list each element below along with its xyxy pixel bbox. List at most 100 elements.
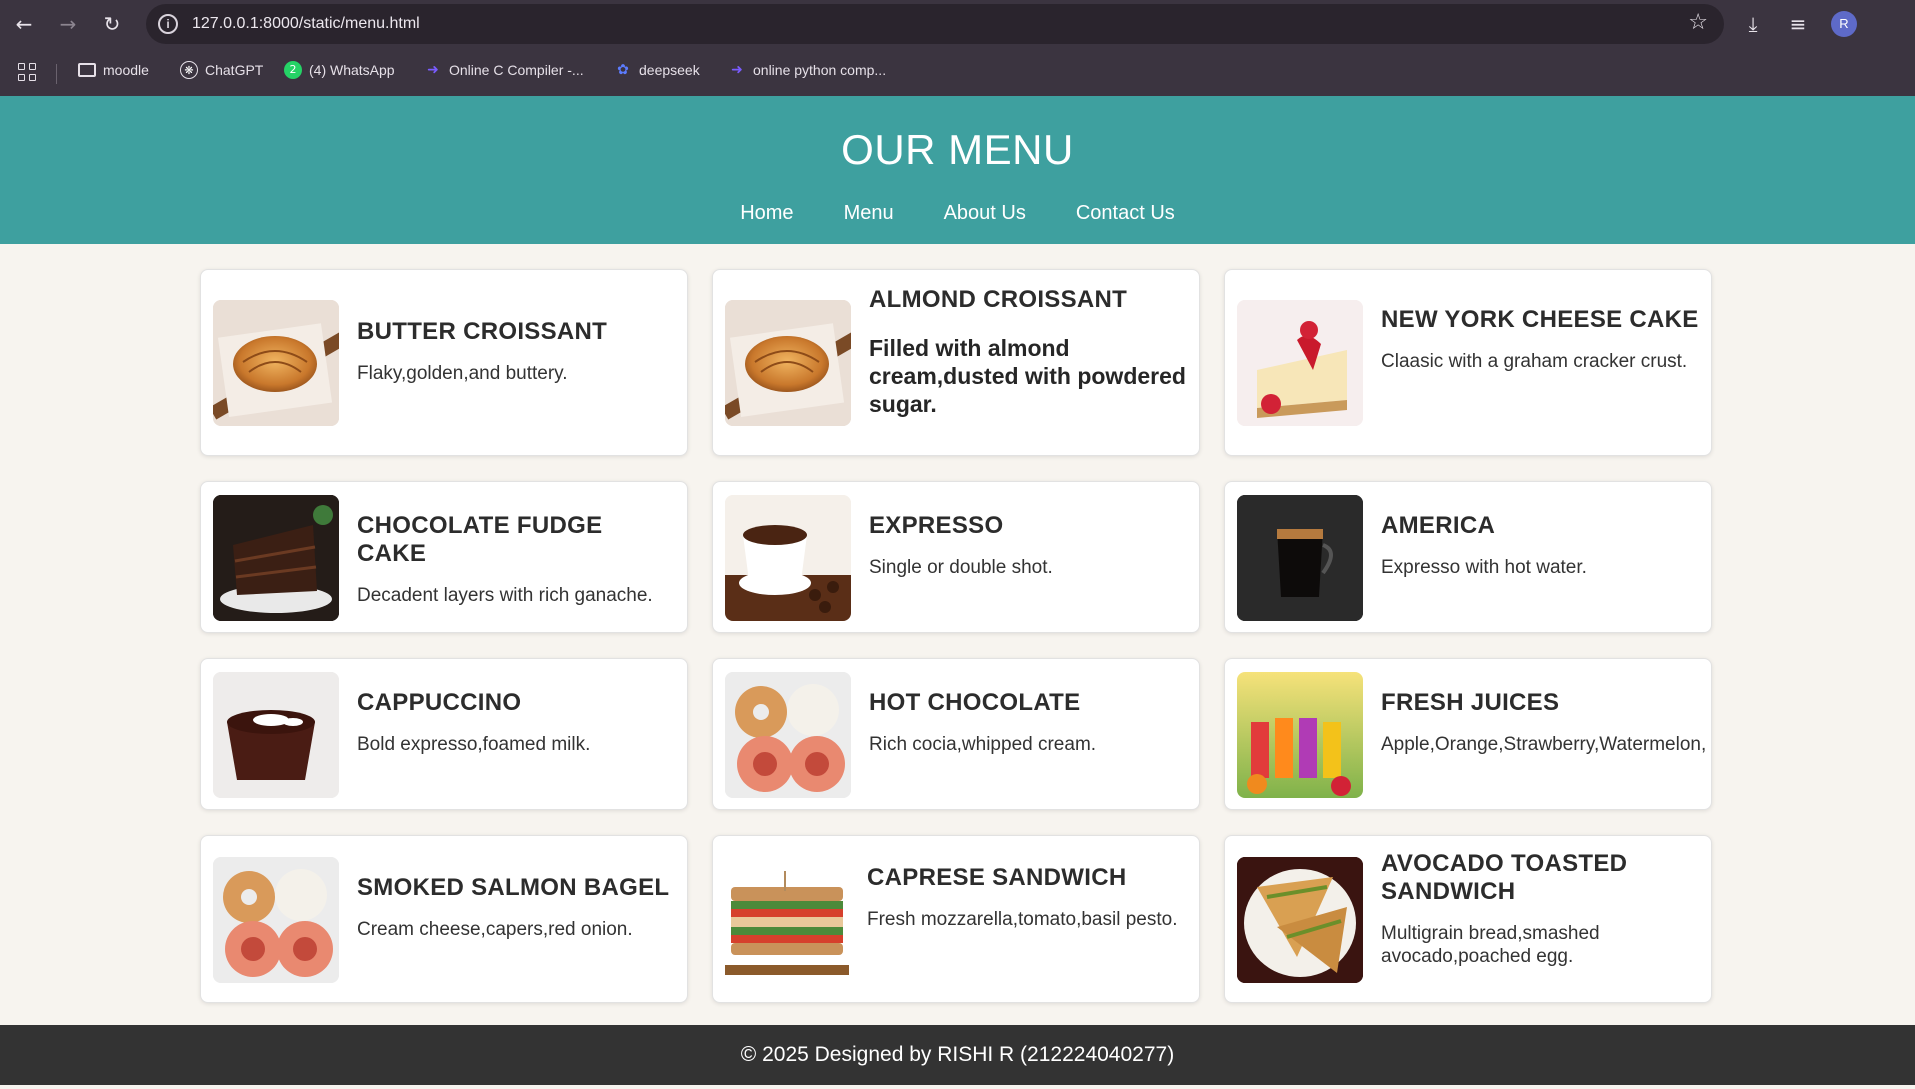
item-name: NEW YORK CHEESE CAKE bbox=[1381, 306, 1699, 333]
item-description: Decadent layers with rich ganache. bbox=[357, 585, 653, 606]
item-name: ALMOND CROISSANT bbox=[869, 286, 1128, 313]
menu-card-fresh-juices: FRESH JUICES Apple,Orange,Strawberry,Wat… bbox=[1224, 658, 1712, 810]
browser-toolbar: ← → ↻ i 127.0.0.1:8000/static/menu.html … bbox=[0, 0, 1915, 48]
item-description: Cream cheese,capers,red onion. bbox=[357, 919, 633, 940]
bookmark-deepseek[interactable]: ✿ deepseek bbox=[614, 58, 700, 82]
card-text: HOT CHOCOLATE Rich cocia,whipped cream. bbox=[869, 689, 1189, 756]
compiler-icon: ➜ bbox=[731, 62, 743, 78]
deepseek-icon: ✿ bbox=[617, 62, 629, 78]
bookmark-label: online python comp... bbox=[753, 62, 887, 78]
menu-card-avocado-toasted-sandwich: AVOCADO TOASTED SANDWICH Multigrain brea… bbox=[1224, 835, 1712, 1003]
bagel-image bbox=[213, 857, 339, 983]
bookmark-online-python-compiler[interactable]: ➜ online python comp... bbox=[728, 58, 886, 82]
address-bar[interactable]: i 127.0.0.1:8000/static/menu.html ☆ bbox=[146, 4, 1724, 44]
site-header: OUR MENU Home Menu About Us Contact Us bbox=[0, 96, 1915, 244]
bookmark-moodle[interactable]: moodle bbox=[78, 58, 149, 82]
juices-image bbox=[1237, 672, 1363, 798]
forward-icon[interactable]: → bbox=[54, 10, 82, 38]
caprese-sandwich-image bbox=[725, 857, 849, 983]
item-description: Claasic with a graham cracker crust. bbox=[1381, 351, 1688, 372]
item-name: EXPRESSO bbox=[869, 512, 1004, 539]
menu-card-cappuccino: CAPPUCCINO Bold expresso,foamed milk. bbox=[200, 658, 688, 810]
toasted-sandwich-image bbox=[1237, 857, 1363, 983]
nav-menu-link[interactable]: Menu bbox=[844, 202, 894, 225]
chocolate-cake-image bbox=[213, 495, 339, 621]
bookmark-chatgpt[interactable]: ❋ ChatGPT bbox=[180, 58, 263, 82]
item-name: BUTTER CROISSANT bbox=[357, 318, 608, 345]
card-text: CHOCOLATE FUDGE CAKE Decadent layers wit… bbox=[357, 512, 677, 607]
card-text: BUTTER CROISSANT Flaky,golden,and butter… bbox=[357, 318, 677, 385]
card-text: CAPPUCCINO Bold expresso,foamed milk. bbox=[357, 689, 677, 756]
site-info-icon[interactable]: i bbox=[158, 14, 178, 34]
item-name: AVOCADO TOASTED SANDWICH bbox=[1381, 850, 1628, 905]
bookmark-star-icon[interactable]: ☆ bbox=[1688, 10, 1708, 35]
item-description: Rich cocia,whipped cream. bbox=[869, 734, 1097, 755]
folder-icon bbox=[78, 63, 96, 77]
bookmarks-bar: moodle ❋ ChatGPT 2 (4) WhatsApp ➜ Online… bbox=[0, 52, 1915, 88]
reading-list-icon[interactable]: ≡ bbox=[1784, 10, 1812, 38]
bookmark-label: ChatGPT bbox=[205, 62, 264, 78]
whatsapp-icon: 2 bbox=[284, 61, 302, 79]
bookmark-online-c-compiler[interactable]: ➜ Online C Compiler -... bbox=[424, 58, 584, 82]
item-name: HOT CHOCOLATE bbox=[869, 689, 1081, 716]
item-name: SMOKED SALMON BAGEL bbox=[357, 874, 670, 901]
back-icon[interactable]: ← bbox=[10, 10, 38, 38]
menu-card-america: AMERICA Expresso with hot water. bbox=[1224, 481, 1712, 633]
url-text[interactable]: 127.0.0.1:8000/static/menu.html bbox=[192, 15, 420, 33]
nav-about-link[interactable]: About Us bbox=[944, 202, 1026, 225]
compiler-icon: ➜ bbox=[427, 62, 439, 78]
bagel-image bbox=[725, 672, 851, 798]
menu-card-caprese-sandwich: CAPRESE SANDWICH Fresh mozzarella,tomato… bbox=[712, 835, 1200, 1003]
card-text: AMERICA Expresso with hot water. bbox=[1381, 512, 1701, 579]
item-name: FRESH JUICES bbox=[1381, 689, 1560, 716]
nav-home-link[interactable]: Home bbox=[740, 202, 793, 225]
item-description: Flaky,golden,and buttery. bbox=[357, 363, 568, 384]
menu-card-hot-chocolate: HOT CHOCOLATE Rich cocia,whipped cream. bbox=[712, 658, 1200, 810]
card-text: NEW YORK CHEESE CAKE Claasic with a grah… bbox=[1381, 306, 1701, 373]
item-name: CAPPUCCINO bbox=[357, 689, 522, 716]
item-name: CHOCOLATE FUDGE CAKE bbox=[357, 512, 603, 567]
cheesecake-image bbox=[1237, 300, 1363, 426]
nav-contact-link[interactable]: Contact Us bbox=[1076, 202, 1175, 225]
hot-chocolate-image bbox=[213, 672, 339, 798]
card-text: EXPRESSO Single or double shot. bbox=[869, 512, 1189, 579]
menu-card-expresso: EXPRESSO Single or double shot. bbox=[712, 481, 1200, 633]
menu-card-butter-croissant: BUTTER CROISSANT Flaky,golden,and butter… bbox=[200, 269, 688, 456]
card-text: CAPRESE SANDWICH Fresh mozzarella,tomato… bbox=[867, 864, 1189, 931]
espresso-image bbox=[725, 495, 851, 621]
item-name: CAPRESE SANDWICH bbox=[867, 864, 1127, 891]
chatgpt-icon: ❋ bbox=[180, 61, 198, 79]
copyright-text: © 2025 Designed by RISHI R (212224040277… bbox=[740, 1043, 1175, 1066]
croissant-image bbox=[213, 300, 339, 426]
americano-image bbox=[1237, 495, 1363, 621]
apps-grid-icon[interactable] bbox=[18, 63, 36, 81]
menu-card-smoked-salmon-bagel: SMOKED SALMON BAGEL Cream cheese,capers,… bbox=[200, 835, 688, 1003]
card-text: AVOCADO TOASTED SANDWICH Multigrain brea… bbox=[1381, 850, 1701, 968]
download-icon[interactable]: ⤓ bbox=[1739, 10, 1767, 38]
bookmarks-divider bbox=[56, 64, 57, 84]
item-description: Bold expresso,foamed milk. bbox=[357, 734, 591, 755]
profile-avatar[interactable]: R bbox=[1831, 11, 1857, 37]
bookmark-whatsapp[interactable]: 2 (4) WhatsApp bbox=[284, 58, 395, 82]
croissant-image bbox=[725, 300, 851, 426]
menu-card-new-york-cheese-cake: NEW YORK CHEESE CAKE Claasic with a grah… bbox=[1224, 269, 1712, 456]
menu-card-almond-croissant: ALMOND CROISSANT Filled with almond crea… bbox=[712, 269, 1200, 456]
main-nav: Home Menu About Us Contact Us bbox=[0, 202, 1915, 225]
browser-chrome: ← → ↻ i 127.0.0.1:8000/static/menu.html … bbox=[0, 0, 1915, 96]
bookmark-label: Online C Compiler -... bbox=[449, 62, 584, 78]
card-text: SMOKED SALMON BAGEL Cream cheese,capers,… bbox=[357, 874, 677, 941]
bookmark-label: moodle bbox=[103, 62, 149, 78]
item-description: Apple,Orange,Strawberry,Watermelon, bbox=[1381, 734, 1707, 755]
reload-icon[interactable]: ↻ bbox=[98, 10, 126, 38]
page-title: OUR MENU bbox=[841, 126, 1074, 173]
bookmark-label: deepseek bbox=[639, 62, 700, 78]
card-text: FRESH JUICES Apple,Orange,Strawberry,Wat… bbox=[1381, 689, 1707, 756]
site-footer: © 2025 Designed by RISHI R (212224040277… bbox=[0, 1025, 1915, 1085]
card-text: ALMOND CROISSANT Filled with almond crea… bbox=[869, 286, 1189, 418]
menu-card-chocolate-fudge-cake: CHOCOLATE FUDGE CAKE Decadent layers wit… bbox=[200, 481, 688, 633]
item-description: Filled with almond cream,dusted with pow… bbox=[869, 335, 1186, 417]
item-name: AMERICA bbox=[1381, 512, 1496, 539]
item-description: Fresh mozzarella,tomato,basil pesto. bbox=[867, 909, 1178, 930]
item-description: Multigrain bread,smashed avocado,poached… bbox=[1381, 923, 1600, 967]
item-description: Expresso with hot water. bbox=[1381, 557, 1587, 578]
